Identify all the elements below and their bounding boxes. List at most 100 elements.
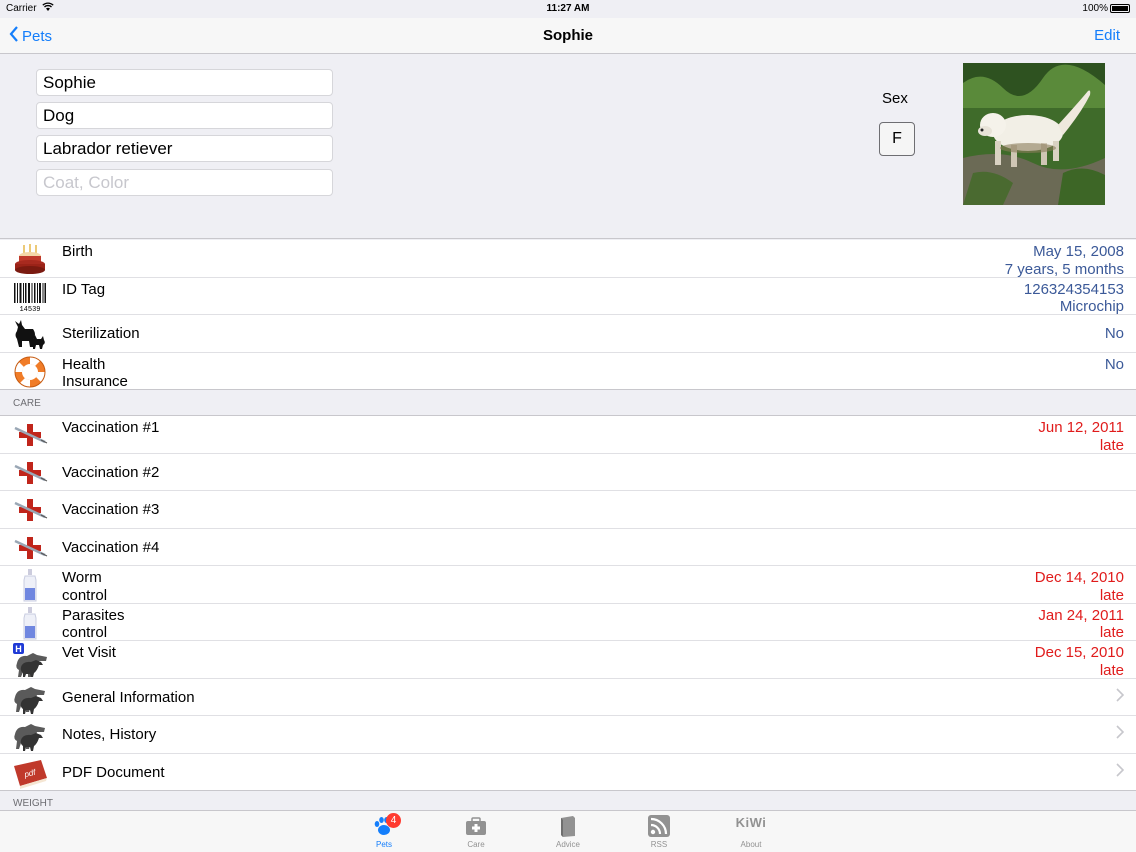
status-time: 11:27 AM <box>546 3 590 14</box>
sex-label: Sex <box>882 90 908 107</box>
navigation-bar: Pets Sophie Edit <box>0 18 1136 54</box>
health-insurance-label: Health Insurance <box>62 356 128 391</box>
worm-control-row[interactable]: Worm control Dec 14, 2010 late <box>0 566 1136 604</box>
dogs-icon <box>11 718 49 752</box>
pet-photo[interactable] <box>963 63 1105 205</box>
parasites-control-label-line1: Parasites <box>62 606 125 624</box>
parasites-control-label: Parasites control <box>62 607 125 642</box>
pdf-document-row[interactable]: pdf PDF Document <box>0 754 1136 791</box>
vet-visit-label: Vet Visit <box>62 644 116 661</box>
worm-control-label-line2: control <box>62 586 108 604</box>
sterilization-row[interactable]: Sterilization No <box>0 315 1136 353</box>
medicine-bottle-icon <box>11 568 49 602</box>
worm-control-value: Dec 14, 2010 late <box>1035 569 1124 604</box>
vaccination-2-label: Vaccination #2 <box>62 463 160 481</box>
worm-control-label-line1: Worm <box>62 569 102 586</box>
tab-advice-label: Advice <box>555 840 580 849</box>
syringe-icon <box>11 493 49 527</box>
worm-control-label: Worm control <box>62 569 107 604</box>
care-section-header: CARE <box>0 390 1136 416</box>
vet-hospital-icon: H <box>11 643 49 677</box>
general-information-row[interactable]: General Information <box>0 679 1136 716</box>
name-field[interactable] <box>36 69 333 96</box>
vaccination-3-row[interactable]: Vaccination #3 <box>0 491 1136 529</box>
vaccination-1-date: Jun 12, 2011 <box>1038 419 1124 436</box>
id-tag-row[interactable]: 14539 ID Tag 126324354153 Microchip <box>0 278 1136 316</box>
tab-care[interactable]: Care <box>446 811 506 852</box>
barcode-digits: 14539 <box>19 306 40 314</box>
birth-label: Birth <box>62 243 93 260</box>
sterilization-label: Sterilization <box>62 325 140 342</box>
birth-row[interactable]: Birth May 15, 2008 7 years, 5 months <box>0 240 1136 278</box>
weight-section-header: WEIGHT <box>0 791 1136 811</box>
vet-visit-row[interactable]: H Vet Visit Dec 15, 2010 late <box>0 641 1136 679</box>
vet-visit-value: Dec 15, 2010 late <box>1035 644 1124 679</box>
battery-percent: 100% <box>1082 3 1108 14</box>
syringe-icon <box>11 418 49 452</box>
cat-dog-silhouette-icon <box>11 317 49 351</box>
worm-control-status: late <box>1099 586 1124 604</box>
id-tag-value: 126324354153 Microchip <box>1024 281 1124 316</box>
syringe-icon <box>11 531 49 565</box>
notes-history-row[interactable]: Notes, History <box>0 716 1136 754</box>
parasites-control-status: late <box>1099 624 1124 641</box>
breed-field[interactable] <box>36 135 333 162</box>
book-icon <box>557 815 579 837</box>
edit-button[interactable]: Edit <box>1094 27 1120 44</box>
parasites-control-row[interactable]: Parasites control Jan 24, 2011 late <box>0 604 1136 642</box>
chevron-right-icon <box>1116 687 1125 707</box>
species-field[interactable] <box>36 102 333 129</box>
general-information-label: General Information <box>62 688 195 706</box>
tab-rss-label: RSS <box>650 840 668 849</box>
rss-icon <box>648 815 670 837</box>
birth-value: May 15, 2008 7 years, 5 months <box>1005 243 1124 278</box>
tab-pets[interactable]: 4 Pets <box>354 811 414 852</box>
dogs-icon <box>11 681 49 715</box>
tab-about[interactable]: KiWi About <box>721 811 781 852</box>
pets-badge: 4 <box>386 813 401 828</box>
tab-about-label: About <box>740 840 762 849</box>
vaccination-2-row[interactable]: Vaccination #2 <box>0 454 1136 491</box>
vaccination-1-row[interactable]: Vaccination #1 Jun 12, 2011 late <box>0 416 1136 454</box>
id-tag-type: Microchip <box>1059 298 1124 315</box>
vaccination-1-label: Vaccination #1 <box>62 419 160 436</box>
worm-control-date: Dec 14, 2010 <box>1034 569 1124 586</box>
pdf-document-label: PDF Document <box>62 763 165 781</box>
id-tag-number: 126324354153 <box>1023 280 1124 298</box>
care-list: Vaccination #1 Jun 12, 2011 late Vaccina… <box>0 416 1136 791</box>
chevron-right-icon <box>1116 762 1125 782</box>
vaccination-4-row[interactable]: Vaccination #4 <box>0 529 1136 566</box>
notes-history-label: Notes, History <box>62 726 157 743</box>
kiwi-text-icon: KiWi <box>735 815 767 830</box>
life-ring-icon <box>11 355 49 389</box>
health-insurance-label-line2: Insurance <box>62 373 128 390</box>
vaccination-1-status: late <box>1099 436 1124 454</box>
tab-rss[interactable]: RSS <box>629 811 689 852</box>
tab-bar: 4 Pets Care Advice RSS KiWi About <box>0 810 1136 852</box>
syringe-icon <box>11 456 49 490</box>
battery-icon <box>1110 4 1130 13</box>
first-aid-kit-icon <box>465 815 487 837</box>
page-title: Sophie <box>542 27 593 44</box>
pet-header: Sex F <box>0 55 1136 239</box>
info-list: Birth May 15, 2008 7 years, 5 months 145… <box>0 240 1136 390</box>
vaccination-1-value: Jun 12, 2011 late <box>1038 419 1124 454</box>
parasites-control-value: Jan 24, 2011 late <box>1038 607 1124 642</box>
sex-button[interactable]: F <box>879 122 915 156</box>
coat-color-field[interactable] <box>36 169 333 196</box>
barcode-icon: 14539 <box>11 280 49 314</box>
parasites-control-label-line2: control <box>62 624 108 641</box>
status-bar: Carrier 11:27 AM 100% <box>0 0 1136 18</box>
tab-care-label: Care <box>467 840 485 849</box>
vaccination-3-label: Vaccination #3 <box>62 501 160 518</box>
sterilization-value: No <box>1104 325 1124 342</box>
hospital-mark: H <box>15 644 22 654</box>
health-insurance-label-line1: Health <box>62 355 106 373</box>
vet-visit-date: Dec 15, 2010 <box>1034 644 1124 661</box>
birth-date: May 15, 2008 <box>1033 243 1124 260</box>
tab-advice[interactable]: Advice <box>538 811 598 852</box>
health-insurance-row[interactable]: Health Insurance No <box>0 353 1136 391</box>
medicine-bottle-icon <box>11 606 49 640</box>
health-insurance-value: No <box>1104 355 1124 373</box>
parasites-control-date: Jan 24, 2011 <box>1038 606 1124 624</box>
